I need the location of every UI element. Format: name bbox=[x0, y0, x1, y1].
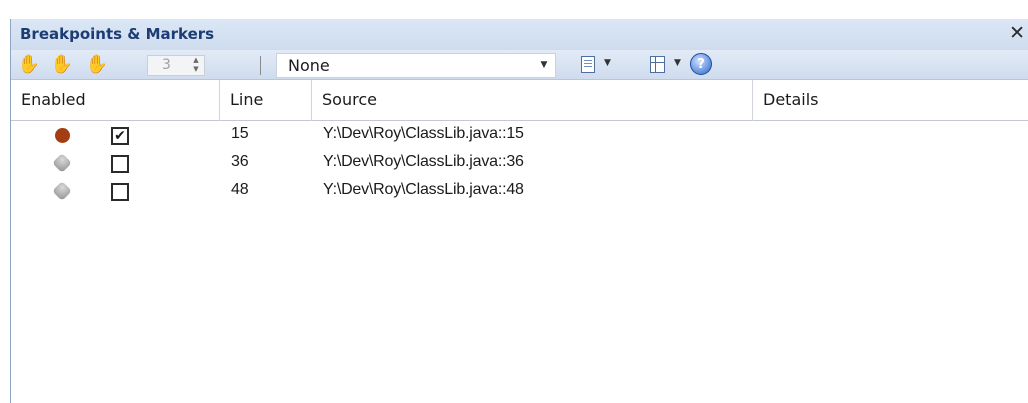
panel-title: Breakpoints & Markers bbox=[20, 25, 215, 43]
source-cell: Y:\Dev\Roy\ClassLib.java::48 bbox=[323, 181, 524, 198]
breakpoint-disabled-icon bbox=[52, 181, 72, 201]
list-view-button[interactable] bbox=[579, 55, 597, 75]
close-icon[interactable]: ✕ bbox=[1009, 22, 1025, 44]
filter-dropdown-value: None bbox=[288, 56, 330, 75]
filter-dropdown[interactable]: None ▼ bbox=[276, 53, 556, 78]
table-row[interactable]: 36 Y:\Dev\Roy\ClassLib.java::36 bbox=[11, 149, 1028, 177]
chevron-down-icon[interactable]: ▼ bbox=[536, 54, 552, 77]
line-cell: 15 bbox=[231, 125, 249, 142]
hand-marker-icon[interactable]: ✋ bbox=[50, 54, 74, 76]
panel-titlebar: Breakpoints & Markers ✕ bbox=[11, 19, 1028, 50]
layout-button[interactable] bbox=[648, 55, 666, 75]
breakpoint-enabled-icon bbox=[55, 128, 70, 143]
column-header-enabled[interactable]: Enabled bbox=[11, 80, 220, 121]
breakpoint-disabled-icon bbox=[52, 153, 72, 173]
layout-dropdown-icon[interactable]: ▼ bbox=[674, 58, 681, 68]
toolbar-separator bbox=[260, 56, 261, 75]
column-header-line[interactable]: Line bbox=[220, 80, 312, 121]
table-row[interactable]: 48 Y:\Dev\Roy\ClassLib.java::48 bbox=[11, 177, 1028, 205]
line-cell: 36 bbox=[231, 153, 249, 170]
page-lines-icon bbox=[581, 56, 595, 73]
count-stepper[interactable]: 3 ▲ ▼ bbox=[147, 55, 205, 76]
help-icon[interactable]: ? bbox=[690, 53, 712, 75]
enabled-checkbox[interactable]: ✔ bbox=[111, 127, 129, 145]
source-cell: Y:\Dev\Roy\ClassLib.java::15 bbox=[323, 125, 524, 142]
layout-split-icon bbox=[650, 56, 665, 73]
breakpoints-markers-panel: Breakpoints & Markers ✕ ✋ ✋ ✋ 3 ▲ ▼ None … bbox=[10, 19, 1028, 403]
hand-outline-icon[interactable]: ✋ bbox=[85, 54, 109, 76]
column-header-source[interactable]: Source bbox=[312, 80, 753, 121]
table-header: Enabled Line Source Details bbox=[11, 80, 1028, 121]
source-cell: Y:\Dev\Roy\ClassLib.java::36 bbox=[323, 153, 524, 170]
enabled-checkbox[interactable] bbox=[111, 155, 129, 173]
line-cell: 48 bbox=[231, 181, 249, 198]
count-stepper-value: 3 bbox=[162, 57, 171, 73]
table-row[interactable]: ✔ 15 Y:\Dev\Roy\ClassLib.java::15 bbox=[11, 121, 1028, 149]
breakpoints-table-body: ✔ 15 Y:\Dev\Roy\ClassLib.java::15 36 Y:\… bbox=[11, 121, 1028, 205]
spin-arrows-icon[interactable]: ▲ ▼ bbox=[190, 56, 202, 75]
toolbar: ✋ ✋ ✋ 3 ▲ ▼ None ▼ ▼ ▼ ? bbox=[11, 50, 1028, 80]
column-header-details[interactable]: Details bbox=[753, 80, 1028, 121]
list-view-dropdown-icon[interactable]: ▼ bbox=[604, 58, 611, 68]
enabled-checkbox[interactable] bbox=[111, 183, 129, 201]
hand-breakpoint-icon[interactable]: ✋ bbox=[17, 54, 41, 76]
